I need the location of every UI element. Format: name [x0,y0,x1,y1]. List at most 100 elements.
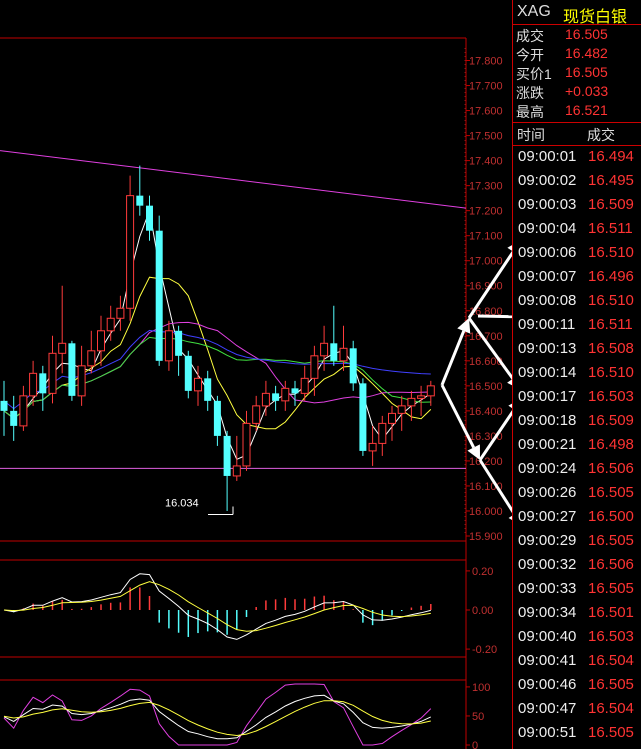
candle-body [106,317,115,332]
tick-price: 16.504 [588,700,634,717]
tick-time: 09:00:02 [518,172,577,189]
candle-body [164,330,173,362]
candle-body [417,395,426,399]
candle-body [77,365,86,397]
candle-body [223,435,231,476]
y-tick-label: 17.000 [469,256,503,268]
tick-price: 16.509 [588,412,634,429]
tick-price: 16.505 [588,484,634,501]
tick-row[interactable]: 09:00:13 16.508 [513,340,641,362]
tick-row[interactable]: 09:00:33 16.505 [513,580,641,602]
quote-row: 买价1 16.505 [513,64,641,83]
annotation-label: 16.034 [165,497,199,509]
quote-label: 买价1 [516,66,552,82]
candle-body [155,230,163,361]
tick-price: 16.498 [588,436,634,453]
tick-row[interactable]: 09:00:17 16.503 [513,388,641,410]
tick-row[interactable]: 09:00:27 16.500 [513,508,641,530]
candle-body [48,352,57,394]
tick-row[interactable]: 09:00:01 16.494 [513,148,641,170]
tick-row[interactable]: 09:00:29 16.505 [513,532,641,554]
candle-body [87,350,96,367]
candle-body [232,465,241,477]
candle-body [213,400,221,436]
tick-time: 09:00:51 [518,724,577,741]
candle-body [349,348,357,384]
y-tick-label: 17.200 [469,206,503,218]
chart-area[interactable]: 17.800 17.700 17.600 17.500 17.400 17.300 17.2… [0,0,512,749]
tick-price: 16.506 [588,556,634,573]
candle-body [368,442,377,452]
candle-body [310,355,319,379]
tick-row[interactable]: 09:00:40 16.503 [513,628,641,650]
tick-row[interactable]: 09:00:41 16.504 [513,652,641,674]
y-tick-label: 17.300 [469,181,503,193]
tick-time: 09:00:41 [518,652,577,669]
tick-row[interactable]: 09:00:21 16.498 [513,436,641,458]
candle-body [272,393,280,401]
tick-time: 09:00:03 [518,196,577,213]
tick-time: 09:00:18 [518,412,577,429]
tick-row[interactable]: 09:00:34 16.501 [513,604,641,626]
candle-body [0,400,8,411]
candle-body [29,372,38,397]
candle-body [339,347,348,362]
tick-time: 09:00:08 [518,292,577,309]
tick-row[interactable]: 09:00:08 16.510 [513,292,641,314]
tick-time: 09:00:26 [518,484,577,501]
quote-value: 16.505 [565,64,608,80]
candle-body [97,330,105,352]
tick-time: 09:00:06 [518,244,577,261]
y-tick-label: 16.000 [469,506,503,518]
y-tick-label: 0.00 [472,605,493,617]
tick-row[interactable]: 09:00:24 16.506 [513,460,641,482]
tick-row[interactable]: 09:00:11 16.511 [513,316,641,338]
candle-body [58,342,67,354]
y-tick-label: 0.20 [472,566,493,578]
tick-row[interactable]: 09:00:51 16.505 [513,724,641,746]
tick-price: 16.506 [588,460,634,477]
tick-price: 16.495 [588,172,634,189]
candle-body [126,195,135,309]
tick-price: 16.494 [588,148,634,165]
tick-price: 16.504 [588,652,634,669]
tick-time: 09:00:11 [518,316,576,333]
tick-price: 16.505 [588,724,634,741]
tick-price: 16.510 [588,364,634,381]
tick-price: 16.510 [588,244,634,261]
candle-body [10,410,18,426]
tick-row[interactable]: 09:00:14 16.510 [513,364,641,386]
tick-row[interactable]: 09:00:03 16.509 [513,196,641,218]
candle-body [378,422,387,444]
tick-price: 16.510 [588,292,634,309]
y-tick-label: 17.400 [469,156,503,168]
candle-body [291,388,299,394]
y-tick-label: 16.500 [469,381,503,393]
tick-time: 09:00:04 [518,220,577,237]
quote-row: 成交 16.505 [513,26,641,45]
candle-body [242,422,251,467]
ticks-header-time: 时间 [517,127,545,143]
quote-header: XAG 现货白银 [513,0,641,26]
tick-time: 09:00:29 [518,532,577,549]
tick-time: 09:00:40 [518,628,577,645]
tick-price: 16.508 [588,340,634,357]
tick-row[interactable]: 09:00:18 16.509 [513,412,641,434]
candle-body [281,387,290,402]
tick-row[interactable]: 09:00:02 16.495 [513,172,641,194]
y-tick-label: 100 [472,682,490,694]
candle-body [397,405,406,414]
tick-row[interactable]: 09:00:07 16.496 [513,268,641,290]
tick-row[interactable]: 09:00:04 16.511 [513,220,641,242]
tick-row[interactable]: 09:00:32 16.506 [513,556,641,578]
y-tick-label: 0 [472,740,478,749]
macd-dif-line [3,573,431,640]
tick-row[interactable]: 09:00:06 16.510 [513,244,641,266]
quote-label: 最高 [516,104,544,120]
tick-row[interactable]: 09:00:47 16.504 [513,700,641,722]
tick-time: 09:00:17 [518,388,577,405]
tick-row[interactable]: 09:00:26 16.505 [513,484,641,506]
tick-time: 09:00:24 [518,460,577,477]
tick-time: 09:00:27 [518,508,577,525]
tick-row[interactable]: 09:00:46 16.505 [513,676,641,698]
